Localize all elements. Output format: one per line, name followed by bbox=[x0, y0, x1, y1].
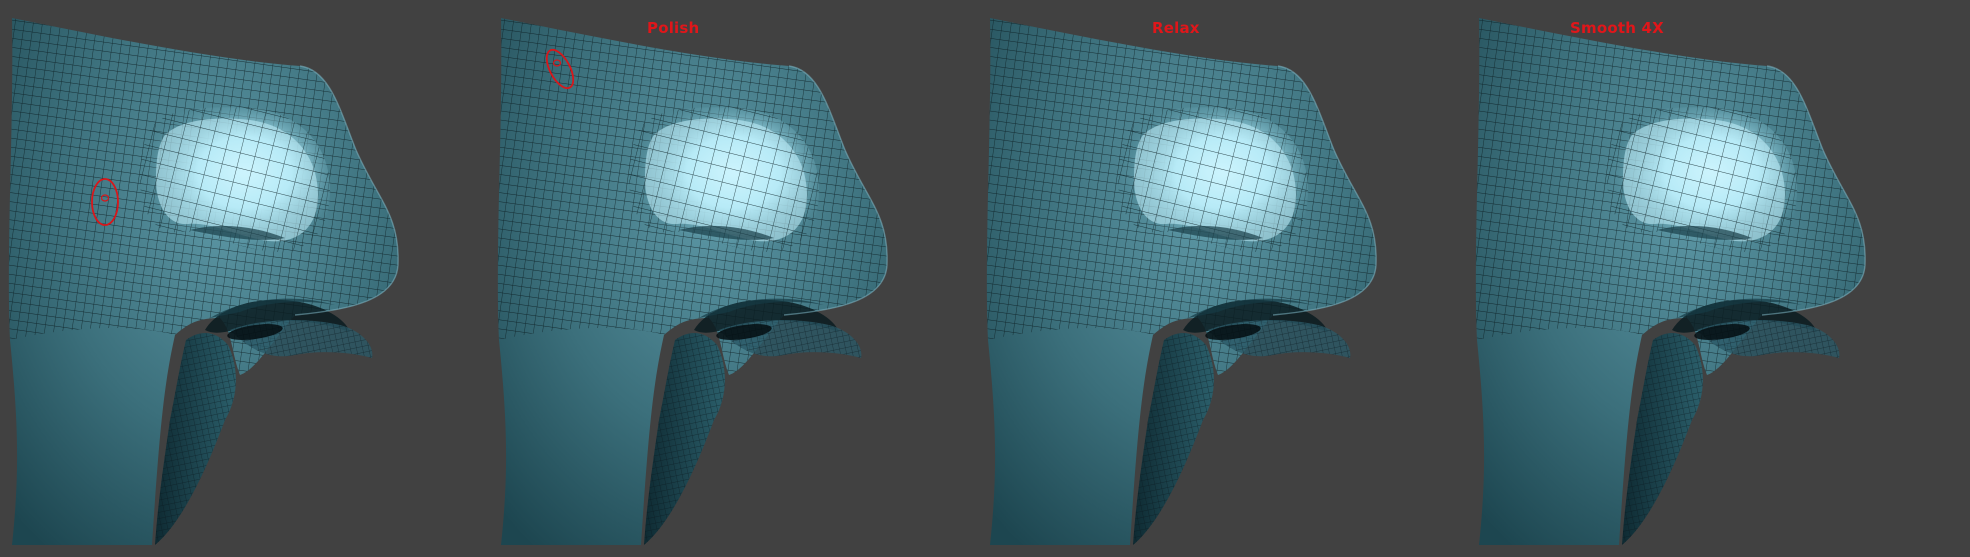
nose-mesh-original[interactable] bbox=[0, 0, 488, 557]
label-relax: Relax bbox=[1152, 19, 1200, 37]
viewport[interactable]: Polish Relax Smooth 4X bbox=[0, 0, 1970, 557]
nose-mesh-relax[interactable] bbox=[978, 0, 1466, 557]
brush-cursor-icon bbox=[91, 178, 119, 226]
label-smooth: Smooth 4X bbox=[1570, 19, 1664, 37]
panel-original[interactable] bbox=[0, 0, 488, 557]
brush-cursor-icon bbox=[545, 48, 575, 90]
panel-polish[interactable]: Polish bbox=[489, 0, 977, 557]
label-polish: Polish bbox=[647, 19, 700, 37]
panel-relax[interactable]: Relax bbox=[978, 0, 1466, 557]
panel-smooth[interactable]: Smooth 4X bbox=[1467, 0, 1955, 557]
nose-mesh-smooth[interactable] bbox=[1467, 0, 1955, 557]
